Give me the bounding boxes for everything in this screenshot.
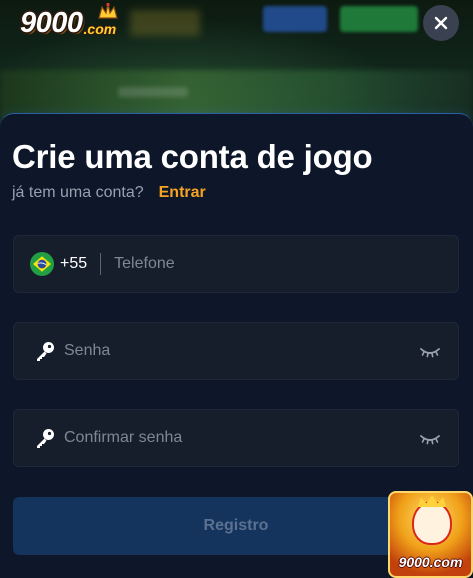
have-account-text: já tem uma conta? (12, 184, 144, 201)
background-banner-text (118, 87, 188, 97)
password-input[interactable] (64, 323, 419, 379)
phone-field[interactable]: +55 (13, 235, 459, 293)
key-icon (37, 342, 54, 361)
login-link[interactable]: Entrar (159, 184, 206, 202)
confirm-password-input[interactable] (64, 410, 419, 466)
mascot-image (412, 501, 452, 545)
confirm-password-field[interactable] (13, 409, 459, 467)
phone-input[interactable] (114, 236, 458, 292)
background-page: 9000 .com (0, 0, 473, 125)
field-divider (100, 253, 102, 275)
crown-icon (418, 495, 446, 507)
brazil-flag-icon[interactable] (30, 252, 54, 276)
login-prompt: já tem uma conta? Entrar (12, 184, 206, 202)
promo-badge[interactable]: 9000.com (388, 491, 473, 578)
background-decoration (130, 10, 200, 36)
country-code[interactable]: +55 (60, 255, 87, 273)
key-icon (37, 429, 54, 448)
logo-suffix: .com (83, 21, 117, 37)
eye-closed-icon[interactable] (419, 431, 441, 445)
logo-number: 9000 (20, 7, 83, 39)
background-login-button (263, 6, 327, 32)
close-button[interactable] (423, 5, 459, 41)
modal-title: Crie uma conta de jogo (12, 138, 373, 175)
mascot-icon (98, 2, 118, 19)
promo-label: 9000.com (398, 554, 463, 570)
eye-closed-icon[interactable] (419, 344, 441, 358)
password-field[interactable] (13, 322, 459, 380)
site-logo: 9000 .com (20, 2, 118, 40)
close-icon (434, 16, 448, 30)
background-register-button (340, 6, 418, 32)
